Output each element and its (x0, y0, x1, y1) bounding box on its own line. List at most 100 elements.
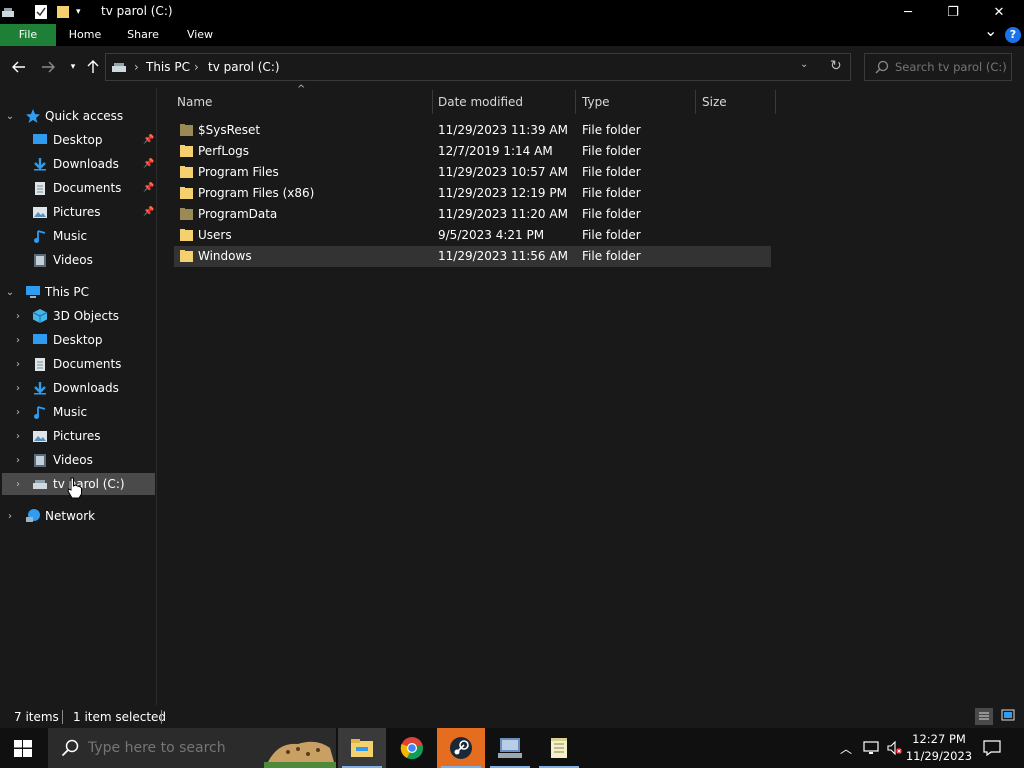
recent-locations-chevron-icon[interactable]: ▾ (62, 56, 84, 78)
network-status-icon[interactable] (863, 741, 879, 758)
help-icon[interactable]: ? (1005, 27, 1021, 43)
file-name[interactable]: $SysReset (198, 123, 260, 137)
nav-quick-access[interactable]: ⌄ Quick access (0, 105, 157, 127)
taskbar-search-input[interactable] (88, 739, 268, 757)
nav-qa-documents[interactable]: Documents 📌 (0, 177, 157, 199)
properties-icon[interactable] (34, 4, 48, 20)
file-name[interactable]: Program Files (198, 165, 279, 179)
column-header-size[interactable]: Size (696, 90, 776, 114)
refresh-icon[interactable]: ↻ (830, 58, 842, 74)
nav-network[interactable]: › Network (0, 505, 157, 527)
remote-desktop-icon (498, 738, 522, 758)
nav-qa-pictures[interactable]: Pictures 📌 (0, 201, 157, 223)
file-name[interactable]: Windows (198, 249, 252, 263)
file-row[interactable]: Program Files (x86) 11/29/2023 12:19 PM Fi… (174, 183, 771, 204)
file-name[interactable]: PerfLogs (198, 144, 249, 158)
breadcrumb-separator[interactable]: › (194, 60, 199, 74)
forward-arrow-icon[interactable] (37, 56, 59, 78)
large-icons-view-icon[interactable] (1001, 709, 1015, 724)
tab-share[interactable]: Share (120, 24, 166, 46)
file-row[interactable]: Users 9/5/2023 4:21 PM File folder (174, 225, 771, 246)
expand-chevron-icon[interactable]: › (12, 455, 24, 466)
expand-chevron-icon[interactable]: › (12, 335, 24, 346)
nav-pc-music[interactable]: › Music (0, 401, 157, 423)
expand-ribbon-chevron-icon[interactable]: ⌄ (984, 21, 997, 40)
expand-chevron-icon[interactable]: › (12, 431, 24, 442)
collapse-chevron-icon[interactable]: ⌄ (4, 111, 16, 122)
details-view-icon[interactable] (975, 708, 993, 725)
status-divider (161, 710, 162, 724)
expand-chevron-icon[interactable]: › (12, 479, 24, 490)
nav-pc-desktop[interactable]: › Desktop (0, 329, 157, 351)
search-box[interactable] (864, 53, 1012, 81)
breadcrumb-current-drive[interactable]: tv parol (C:) (208, 60, 280, 74)
column-header-type[interactable]: Type (576, 90, 696, 114)
file-row[interactable]: $SysReset 11/29/2023 11:39 AM File folder (174, 120, 771, 141)
minimize-button[interactable]: ─ (885, 0, 931, 24)
close-button[interactable]: ✕ (976, 0, 1022, 24)
taskbar-file-explorer[interactable] (338, 728, 386, 768)
file-row[interactable]: ProgramData 11/29/2023 11:20 AM File folde… (174, 204, 771, 225)
volume-muted-icon[interactable] (887, 740, 903, 758)
pin-icon: 📌 (143, 159, 155, 169)
folder-icon (180, 208, 193, 220)
nav-pc-3d-objects[interactable]: › 3D Objects (0, 305, 157, 327)
customize-qat-chevron-icon[interactable]: ▾ (76, 7, 81, 17)
documents-icon (32, 356, 48, 372)
tab-home[interactable]: Home (62, 24, 108, 46)
address-history-chevron-icon[interactable]: ⌄ (800, 59, 808, 70)
system-clock[interactable]: 12:27 PM 11/29/2023 (904, 731, 974, 765)
file-row[interactable]: Program Files 11/29/2023 10:57 AM File fol… (174, 162, 771, 183)
drive-icon[interactable] (1, 5, 15, 19)
search-highlight-leopard-icon (264, 732, 336, 768)
expand-chevron-icon[interactable]: › (12, 407, 24, 418)
notifications-icon[interactable] (983, 740, 1001, 759)
taskbar-search-box[interactable] (48, 728, 336, 768)
collapse-chevron-icon[interactable]: ⌄ (4, 287, 16, 298)
nav-pc-pictures[interactable]: › Pictures (0, 425, 157, 447)
column-header-name[interactable]: Name (171, 90, 433, 114)
tab-file[interactable]: File (0, 24, 56, 46)
nav-this-pc[interactable]: ⌄ This PC (0, 281, 157, 303)
address-bar[interactable]: › This PC › tv parol (C:) ⌄ ↻ (105, 53, 851, 81)
file-type: File folder (582, 186, 641, 200)
nav-qa-videos[interactable]: Videos (0, 249, 157, 271)
search-input[interactable] (895, 59, 1007, 75)
new-folder-icon[interactable] (56, 5, 70, 19)
nav-qa-downloads[interactable]: Downloads 📌 (0, 153, 157, 175)
file-row[interactable]: Windows 11/29/2023 11:56 AM File folder (174, 246, 771, 267)
file-date-modified: 9/5/2023 4:21 PM (438, 228, 545, 242)
file-type: File folder (582, 228, 641, 242)
file-name[interactable]: Program Files (x86) (198, 186, 314, 200)
up-arrow-icon[interactable] (82, 56, 104, 78)
nav-qa-music[interactable]: Music (0, 225, 157, 247)
expand-chevron-icon[interactable]: › (12, 311, 24, 322)
file-row[interactable]: PerfLogs 12/7/2019 1:14 AM File folder (174, 141, 771, 162)
nav-qa-desktop[interactable]: Desktop 📌 (0, 129, 157, 151)
title-bar: ▾ tv parol (C:) ─ ❐ ✕ (0, 0, 1024, 24)
nav-pc-videos[interactable]: › Videos (0, 449, 157, 471)
taskbar-chrome[interactable] (388, 728, 436, 768)
nav-pc-documents[interactable]: › Documents (0, 353, 157, 375)
back-arrow-icon[interactable] (8, 56, 30, 78)
show-hidden-icons-chevron-icon[interactable]: ︿ (840, 740, 852, 757)
breadcrumb-separator[interactable]: › (134, 60, 139, 74)
expand-chevron-icon[interactable]: › (12, 359, 24, 370)
column-header-date-modified[interactable]: Date modified (432, 90, 576, 114)
taskbar-remote-desktop[interactable] (486, 728, 534, 768)
file-type: File folder (582, 123, 641, 137)
expand-chevron-icon[interactable]: › (12, 383, 24, 394)
restore-button[interactable]: ❐ (930, 0, 976, 24)
windows-start-icon[interactable] (14, 740, 32, 760)
taskbar-notepad[interactable] (535, 728, 583, 768)
tab-view[interactable]: View (178, 24, 222, 46)
desktop-icon (32, 332, 48, 348)
file-name[interactable]: Users (198, 228, 232, 242)
file-name[interactable]: ProgramData (198, 207, 277, 221)
breadcrumb-this-pc[interactable]: This PC (146, 60, 190, 74)
expand-chevron-icon[interactable]: › (4, 511, 16, 522)
nav-pc-downloads[interactable]: › Downloads (0, 377, 157, 399)
file-type: File folder (582, 207, 641, 221)
documents-icon (32, 180, 48, 196)
taskbar-steam[interactable] (437, 728, 485, 768)
